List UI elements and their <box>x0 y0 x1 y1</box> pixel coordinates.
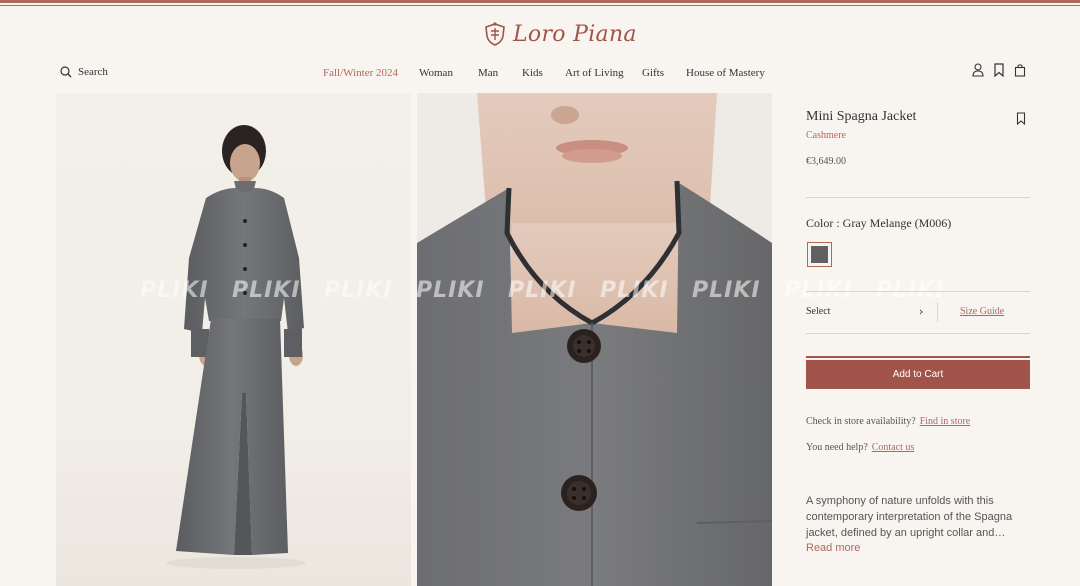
nav-item-gifts[interactable]: Gifts <box>642 67 664 79</box>
bag-icon <box>1014 64 1026 77</box>
bookmark-icon[interactable] <box>1016 112 1026 125</box>
size-guide-link[interactable]: Size Guide <box>960 306 1004 317</box>
collar-detail-illustration <box>417 93 772 586</box>
product-price: €3,649.00 <box>806 156 846 167</box>
nav-item-kids[interactable]: Kids <box>522 67 543 79</box>
header-actions <box>972 63 1026 78</box>
swatch-fill <box>811 246 828 263</box>
product-image-detail[interactable] <box>417 93 772 586</box>
brand-logo[interactable]: Loro Piana <box>482 20 637 48</box>
nav-item-art-of-living[interactable]: Art of Living <box>565 67 624 79</box>
product-title: Mini Spagna Jacket <box>806 109 917 124</box>
store-availability-row: Check in store availability? Find in stor… <box>806 416 970 427</box>
product-description: A symphony of nature unfolds with this c… <box>806 495 1013 539</box>
product-image-full-look[interactable] <box>56 93 411 586</box>
top-accent-line <box>0 5 1080 6</box>
vertical-separator <box>937 302 938 322</box>
nav-item-woman[interactable]: Woman <box>419 67 453 79</box>
size-select[interactable]: Select <box>806 306 830 317</box>
crest-icon <box>485 22 505 46</box>
find-in-store-link[interactable]: Find in store <box>920 416 971 427</box>
color-label: Color : Gray Melange (M006) <box>806 216 952 230</box>
account-button[interactable] <box>972 63 984 77</box>
chevron-right-icon[interactable]: › <box>919 305 923 318</box>
help-row: You need help? Contact us <box>806 442 914 453</box>
brand-wordmark: Loro Piana <box>513 21 637 47</box>
user-icon <box>972 63 984 77</box>
top-accent-bar <box>0 0 1080 3</box>
bookmark-icon <box>994 63 1004 78</box>
cart-button[interactable] <box>1014 63 1026 77</box>
divider <box>806 197 1030 198</box>
main-nav: Fall/Winter 2024 Woman Man Kids Art of L… <box>0 67 1080 81</box>
add-to-cart-button[interactable]: Add to Cart <box>806 356 1030 391</box>
product-material: Cashmere <box>806 130 846 141</box>
nav-item-house-of-mastery[interactable]: House of Mastery <box>686 67 765 79</box>
nav-item-man[interactable]: Man <box>478 67 498 79</box>
nav-item-fall-winter[interactable]: Fall/Winter 2024 <box>323 67 398 79</box>
contact-us-link[interactable]: Contact us <box>872 442 915 453</box>
store-question: Check in store availability? <box>806 416 916 427</box>
model-illustration <box>166 125 306 569</box>
wishlist-button[interactable] <box>993 63 1005 78</box>
divider <box>806 291 1030 292</box>
color-swatch-gray-melange[interactable] <box>807 242 832 267</box>
read-more-link[interactable]: Read more <box>806 542 860 554</box>
divider <box>806 333 1030 334</box>
help-question: You need help? <box>806 442 868 453</box>
